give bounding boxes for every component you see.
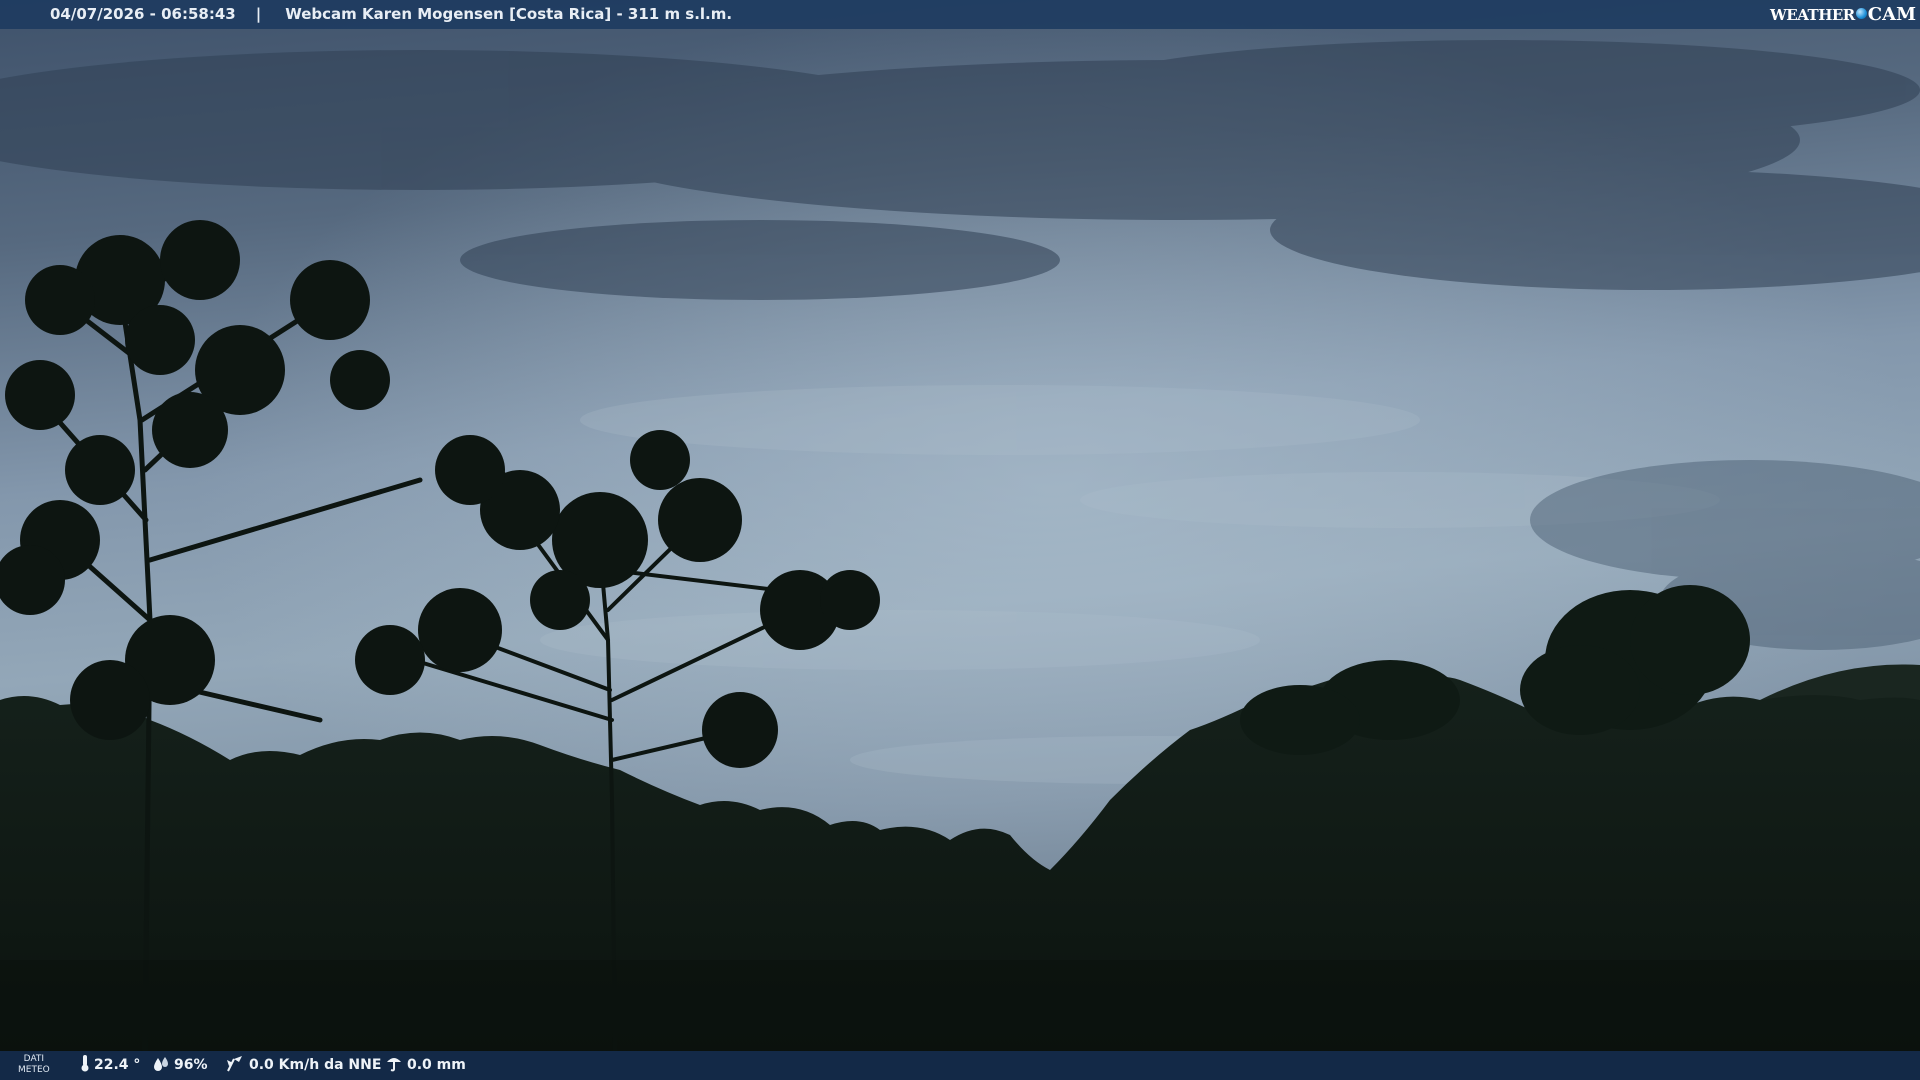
wind-stat: 0.0 Km/h da NNE [225, 1051, 381, 1080]
humidity-icon [154, 1057, 168, 1071]
dati-label-line1: DATI [23, 1054, 45, 1064]
wind-icon [227, 1056, 242, 1072]
header-separator: | [255, 5, 262, 23]
rain-gauge-icon [387, 1058, 401, 1072]
wind-value: 0.0 Km/h da NNE [249, 1057, 382, 1073]
top-info-bar: 04/07/2026 - 06:58:43 | Webcam Karen Mogen… [0, 0, 1920, 29]
thermometer-icon [81, 1055, 89, 1072]
globe-icon [1855, 8, 1867, 19]
weather-data-bar: DATI METEO 22.4 ° 96% 0.0 Km/h da NNE 0.… [0, 1051, 1920, 1080]
timestamp: 04/07/2026 - 06:58:43 [50, 5, 236, 23]
logo-text-cam: CAM [1867, 4, 1916, 25]
temperature-value: 22.4 ° [94, 1057, 141, 1073]
webcam-image [0, 0, 1920, 1080]
webcam-title: Webcam Karen Mogensen [Costa Rica] - 311… [285, 5, 733, 23]
dati-meteo-label: DATI METEO [18, 1054, 50, 1076]
webcam-frame: 04/07/2026 - 06:58:43 | Webcam Karen Mogen… [0, 0, 1920, 1080]
temperature-stat: 22.4 ° [80, 1051, 140, 1080]
humidity-stat: 96% [152, 1051, 208, 1080]
rain-value: 0.0 mm [407, 1057, 466, 1073]
weathercam-logo: WEATHER CAM [1770, 0, 1916, 29]
dati-label-line2: METEO [18, 1065, 50, 1075]
rain-stat: 0.0 mm [385, 1051, 466, 1080]
humidity-value: 96% [174, 1057, 208, 1073]
logo-text-weather: WEATHER [1769, 6, 1855, 24]
